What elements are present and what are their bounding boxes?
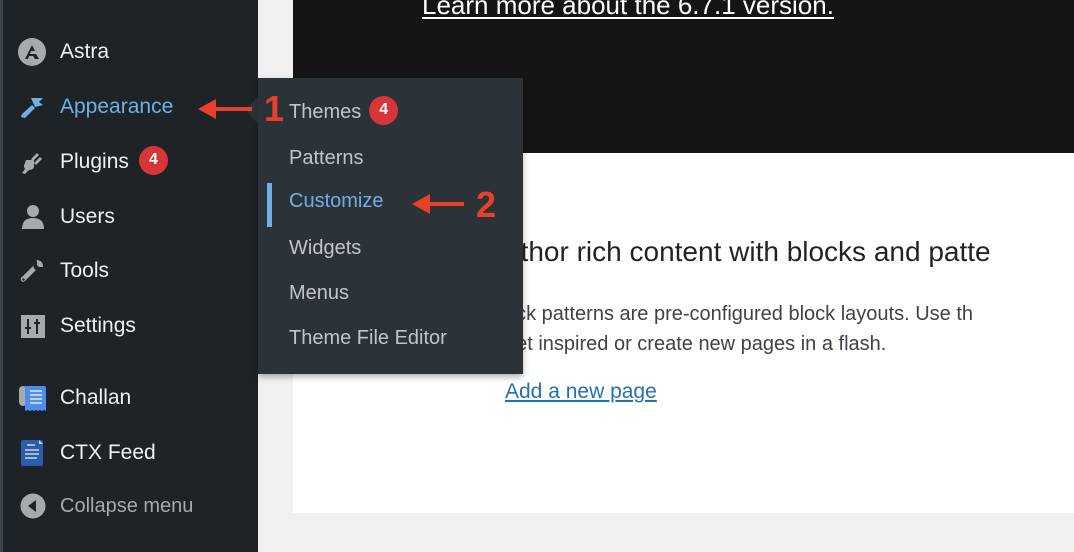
submenu-item-label: Menus (289, 281, 350, 304)
plugins-update-badge: 4 (138, 145, 168, 175)
annotation-step-2: 2 (476, 184, 497, 225)
wrench-icon (17, 256, 47, 286)
submenu-item-themes[interactable]: Themes 4 (258, 92, 523, 132)
sidebar-item-label: Plugins 4 (60, 145, 168, 177)
sidebar-item-label: CTX Feed (60, 441, 156, 464)
annotation-step-1: 1 (264, 88, 285, 129)
collapse-arrow-icon (17, 491, 47, 521)
submenu-item-label: Patterns (289, 146, 364, 169)
sidebar-item-label: Challan (60, 386, 132, 409)
panel-description-line: ock patterns are pre-configured block la… (505, 303, 974, 325)
sidebar-item-challan[interactable]: Challan (3, 378, 258, 418)
admin-sidebar: Astra Appearance Plugins 4 Users Tools Se… (0, 0, 258, 552)
appearance-submenu: Themes 4 Patterns Customize Widgets Menus… (258, 78, 523, 374)
submenu-item-label: Customize (289, 189, 384, 212)
submenu-item-widgets[interactable]: Widgets (258, 228, 523, 268)
plugin-icon (17, 147, 47, 177)
sidebar-item-label: Appearance (60, 95, 174, 118)
sidebar-item-label: Settings (60, 314, 136, 337)
submenu-item-patterns[interactable]: Patterns (258, 138, 523, 178)
collapse-menu-button[interactable]: Collapse menu (3, 486, 258, 526)
settings-sliders-icon (17, 311, 47, 341)
sidebar-item-label: Astra (60, 40, 110, 63)
document-icon (17, 438, 47, 468)
panel-heading: uthor rich content with blocks and patte (505, 236, 991, 267)
submenu-item-menus[interactable]: Menus (258, 273, 523, 313)
learn-more-link[interactable]: Learn more about the 6.7.1 version. (422, 0, 834, 21)
sidebar-item-ctx-feed[interactable]: CTX Feed (3, 433, 258, 473)
panel-description: ock patterns are pre-configured block la… (505, 299, 973, 359)
sidebar-item-tools[interactable]: Tools (3, 251, 258, 291)
annotation-arrow-2 (412, 194, 464, 214)
sidebar-item-users[interactable]: Users (3, 197, 258, 237)
sidebar-item-astra[interactable]: Astra (3, 32, 258, 72)
sidebar-item-label: Users (60, 205, 115, 228)
astra-logo-icon (17, 37, 47, 67)
sidebar-item-label: Tools (60, 259, 110, 282)
submenu-item-theme-file-editor[interactable]: Theme File Editor (258, 318, 523, 358)
panel-description-line: get inspired or create new pages in a fl… (505, 333, 887, 355)
user-icon (17, 202, 47, 232)
receipt-icon (17, 383, 47, 413)
sidebar-item-settings[interactable]: Settings (3, 306, 258, 346)
add-new-page-link[interactable]: Add a new page (505, 380, 657, 404)
annotation-arrow-1 (198, 99, 252, 119)
submenu-item-label: Theme File Editor (289, 326, 447, 349)
sidebar-item-plugins[interactable]: Plugins 4 (3, 142, 258, 182)
sidebar-item-label: Collapse menu (60, 494, 194, 517)
current-indicator (267, 183, 272, 227)
paintbrush-icon (17, 92, 47, 122)
submenu-item-label: Widgets (289, 236, 362, 259)
submenu-item-label: Themes 4 (289, 95, 399, 127)
themes-update-badge: 4 (369, 95, 399, 125)
